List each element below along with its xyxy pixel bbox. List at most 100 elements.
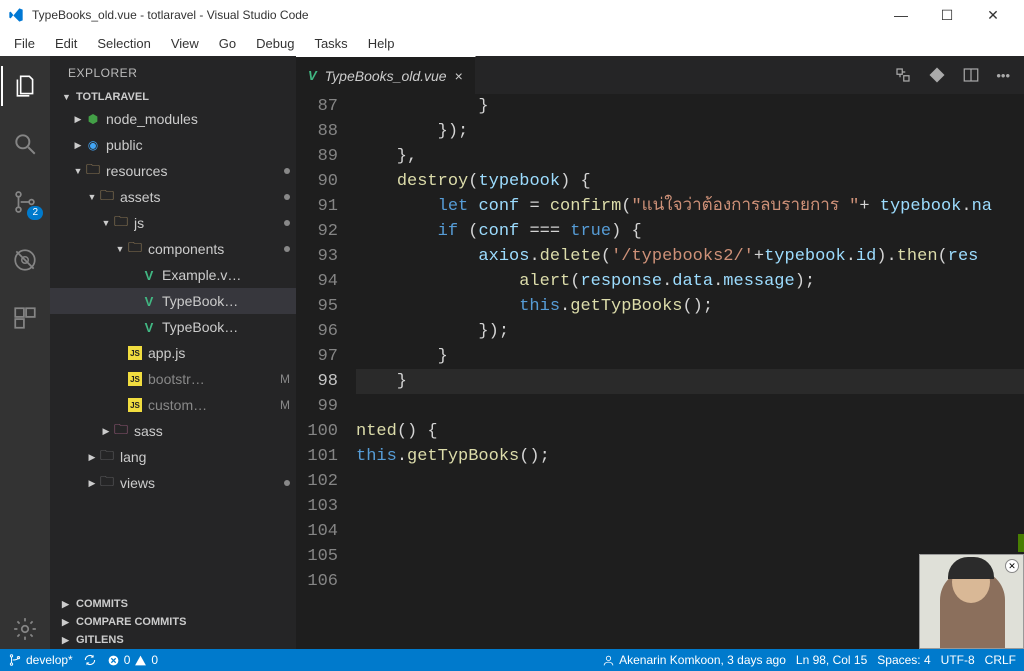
activity-search[interactable] [1,124,49,164]
code-line[interactable]: }, [356,144,1024,169]
folder-icon: 🗀 [98,188,116,206]
chevron-right-icon: ▶ [62,599,72,610]
code-line[interactable]: this.getTypBooks(); [356,294,1024,319]
maximize-button[interactable]: ☐ [924,0,970,30]
activity-explorer[interactable] [1,66,49,106]
code-line[interactable] [356,394,1024,419]
status-encoding[interactable]: UTF-8 [941,653,975,667]
menu-file[interactable]: File [4,34,45,53]
error-icon [107,654,120,667]
activity-scm[interactable]: 2 [1,182,49,222]
video-thumbnail[interactable]: ✕ [919,554,1024,649]
window-controls: — ☐ ✕ [878,0,1016,30]
sidebar-section-gitlens[interactable]: ▶GITLENS [50,631,296,649]
code-line[interactable]: alert(response.data.message); [356,269,1024,294]
window-title: TypeBooks_old.vue - totlaravel - Visual … [32,8,878,22]
tree-item[interactable]: ▼🗀assets [50,184,296,210]
tree-item[interactable]: ▶◉public [50,132,296,158]
code-line[interactable]: if (conf === true) { [356,219,1024,244]
chevron-right-icon: ▶ [72,140,84,151]
code-line[interactable] [356,494,1024,519]
sidebar-section-commits[interactable]: ▶COMMITS [50,595,296,613]
status-blame[interactable]: Akenarin Komkoon, 3 days ago [602,653,786,667]
code-area[interactable]: 8788899091929394959697989910010110210310… [296,94,1024,649]
menu-tasks[interactable]: Tasks [304,34,357,53]
code-line[interactable]: }); [356,319,1024,344]
code-line[interactable]: } [356,344,1024,369]
code-line[interactable]: this.getTypBooks(); [356,444,1024,469]
line-number: 91 [296,194,338,219]
tree-item[interactable]: JSapp.js [50,340,296,366]
code-line[interactable] [356,469,1024,494]
status-position[interactable]: Ln 98, Col 15 [796,653,867,667]
tree-item[interactable]: VExample.v… [50,262,296,288]
editor: V TypeBooks_old.vue × ••• 87888990919293… [296,56,1024,649]
menu-selection[interactable]: Selection [87,34,160,53]
vue-icon: V [308,68,317,83]
tree-item-label: assets [120,189,280,205]
tab-typebooks[interactable]: V TypeBooks_old.vue × [296,56,476,94]
tree-item[interactable]: JSbootstr…M [50,366,296,392]
status-bar: develop* 0 0 Akenarin Komkoon, 3 days ag… [0,649,1024,671]
chevron-down-icon: ▼ [72,166,84,176]
tree-item[interactable]: JScustom…M [50,392,296,418]
tree-item[interactable]: VTypeBook… [50,314,296,340]
node-modules-icon: ⬢ [84,110,102,128]
menu-debug[interactable]: Debug [246,34,304,53]
status-spaces[interactable]: Spaces: 4 [877,653,930,667]
status-sync[interactable] [83,653,97,667]
minimize-button[interactable]: — [878,0,924,30]
activity-debug[interactable] [1,240,49,280]
code-line[interactable]: }); [356,119,1024,144]
menu-view[interactable]: View [161,34,209,53]
folder-icon: 🗀 [126,240,144,258]
vue-icon: V [140,292,158,310]
code-line[interactable]: axios.delete('/typebooks2/'+typebook.id)… [356,244,1024,269]
code-line[interactable] [356,519,1024,544]
line-gutter: 8788899091929394959697989910010110210310… [296,94,356,649]
code-line[interactable]: destroy(typebook) { [356,169,1024,194]
gear-icon [12,616,38,642]
sidebar-project-header[interactable]: ▼ TOTLARAVEL [50,88,296,106]
line-number: 90 [296,169,338,194]
chevron-down-icon: ▼ [114,244,126,254]
tab-close-icon[interactable]: × [455,68,463,84]
tree-item[interactable]: ▼🗀js [50,210,296,236]
menu-edit[interactable]: Edit [45,34,87,53]
code-line[interactable]: } [356,94,1024,119]
close-button[interactable]: ✕ [970,0,1016,30]
tree-item[interactable]: ▼🗀components [50,236,296,262]
open-changes-icon[interactable] [928,66,946,84]
tree-item[interactable]: ▶🗀views [50,470,296,496]
status-branch[interactable]: develop* [8,653,73,667]
status-problems[interactable]: 0 0 [107,653,158,667]
tree-item[interactable]: ▶⬢node_modules [50,106,296,132]
chevron-right-icon: ▶ [72,114,84,125]
tree-item[interactable]: ▶🗀sass [50,418,296,444]
tree-item-label: TypeBook… [162,319,290,335]
sidebar-section-compare[interactable]: ▶COMPARE COMMITS [50,613,296,631]
compare-icon[interactable] [894,66,912,84]
status-eol[interactable]: CRLF [985,653,1016,667]
split-editor-icon[interactable] [962,66,980,84]
line-number: 95 [296,294,338,319]
menu-help[interactable]: Help [358,34,405,53]
scm-badge: 2 [27,206,43,220]
code-line[interactable]: nted() { [356,419,1024,444]
tab-label: TypeBooks_old.vue [325,68,447,84]
scm-status-badge: M [280,398,290,412]
menu-go[interactable]: Go [209,34,246,53]
line-number: 97 [296,344,338,369]
code-line[interactable]: } [356,369,1024,394]
tree-item[interactable]: VTypeBook… [50,288,296,314]
line-number: 87 [296,94,338,119]
line-number: 106 [296,569,338,594]
tree-item[interactable]: ▶🗀lang [50,444,296,470]
activity-settings[interactable] [1,609,49,649]
js-icon: JS [126,344,144,362]
activity-extensions[interactable] [1,298,49,338]
tree-item-label: js [134,215,280,231]
tree-item[interactable]: ▼🗀resources [50,158,296,184]
code-line[interactable]: let conf = confirm("แน่ใจว่าต้องการลบราย… [356,194,1024,219]
more-icon[interactable]: ••• [996,68,1010,83]
